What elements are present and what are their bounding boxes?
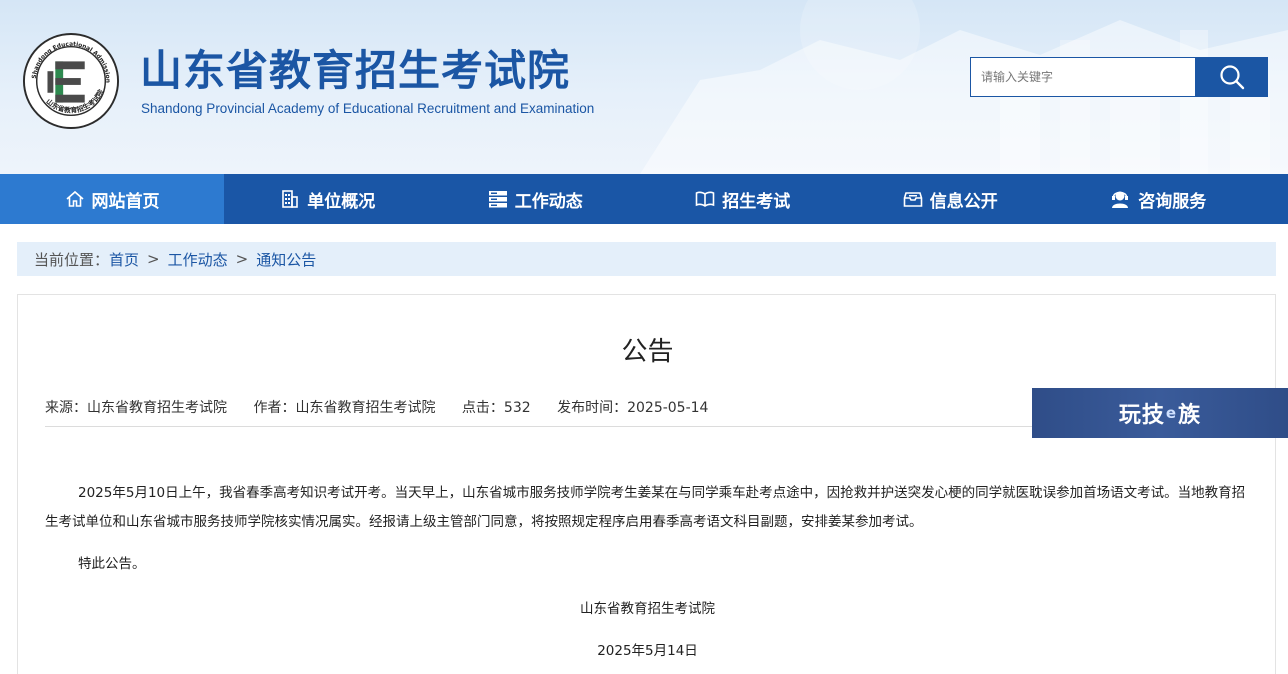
article-publish-time: 发布时间：2025-05-14 (557, 400, 709, 416)
home-icon (65, 190, 84, 207)
nav-item-label: 网站首页 (91, 191, 160, 212)
article-meta: 来源：山东省教育招生考试院 作者：山东省教育招生考试院 点击：532 发布时间：… (45, 397, 730, 417)
search-input[interactable] (970, 57, 1196, 97)
nav-item-label: 单位概况 (307, 191, 376, 212)
nav-item-news[interactable]: 工作动态 (432, 174, 640, 224)
article-clicks: 点击：532 (461, 400, 531, 416)
article-signature: 山东省教育招生考试院 (580, 601, 715, 617)
article-paragraph: 特此公告。 (78, 556, 146, 572)
article-paragraph: 2025年5月10日上午，我省春季高考知识考试开考。当天早上，山东省城市服务技师… (45, 485, 1246, 530)
site-subtitle-en: Shandong Provincial Academy of Education… (141, 101, 595, 116)
watermark-text: 玩技 (1118, 403, 1165, 428)
server-icon (488, 191, 507, 208)
nav-item-service[interactable]: 咨询服务 (1054, 174, 1262, 224)
inbox-icon (903, 192, 923, 207)
watermark-text: e (1165, 404, 1178, 422)
article-date: 2025年5月14日 (597, 643, 698, 659)
breadcrumb-separator: > (147, 250, 160, 268)
site-title[interactable]: 山东省教育招生考试院 (140, 44, 570, 98)
building-icon (282, 190, 299, 208)
nav-item-home[interactable]: 网站首页 (0, 174, 224, 224)
watermark-text: 族 (1178, 403, 1202, 428)
book-icon (695, 191, 715, 207)
article-title: 公告 (621, 337, 674, 367)
support-icon (1112, 191, 1129, 208)
breadcrumb-prefix: 当前位置： (34, 250, 110, 269)
nav-item-about[interactable]: 单位概况 (224, 174, 432, 224)
article-container: 公告 来源：山东省教育招生考试院 作者：山东省教育招生考试院 点击：532 发布… (17, 294, 1276, 674)
breadcrumb-news[interactable]: 工作动态 (168, 249, 228, 270)
watermark-logo: 玩技 e 族 (1032, 388, 1288, 438)
academy-logo[interactable]: Shandong Educational Admission & Examina… (22, 32, 120, 130)
breadcrumb: 当前位置： 首页 > 工作动态 > 通知公告 (17, 242, 1276, 276)
nav-item-label: 咨询服务 (1138, 191, 1207, 212)
nav-item-label: 工作动态 (514, 191, 583, 212)
search-icon (1220, 65, 1245, 90)
article-author: 作者：山东省教育招生考试院 (253, 400, 436, 416)
breadcrumb-separator: > (235, 250, 249, 268)
breadcrumb-home[interactable]: 首页 (109, 249, 139, 270)
main-nav: 网站首页 单位概况 工作动态 招生考试 信息公开 咨询服务 (0, 174, 1288, 224)
article-source: 来源：山东省教育招生考试院 (45, 400, 227, 416)
nav-item-label: 招生考试 (722, 191, 791, 212)
nav-item-disclosure[interactable]: 信息公开 (847, 174, 1055, 224)
nav-item-exams[interactable]: 招生考试 (639, 174, 847, 224)
breadcrumb-notices[interactable]: 通知公告 (256, 249, 316, 270)
search-button[interactable] (1196, 57, 1268, 97)
site-header: Shandong Educational Admission & Examina… (0, 0, 1288, 174)
nav-item-label: 信息公开 (929, 191, 998, 212)
